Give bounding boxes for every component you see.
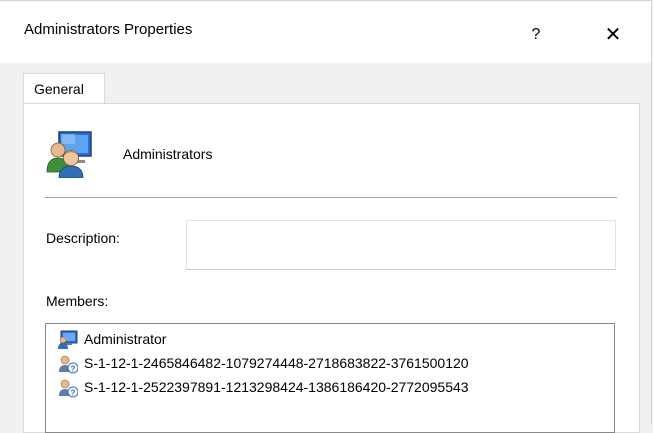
window-title: Administrators Properties bbox=[24, 21, 193, 38]
description-label: Description: bbox=[46, 230, 120, 246]
svg-text:?: ? bbox=[71, 389, 76, 398]
group-name: Administrators bbox=[123, 146, 213, 162]
tab-strip: General bbox=[0, 63, 651, 105]
close-button[interactable]: ✕ bbox=[590, 11, 636, 47]
title-bar[interactable]: Administrators Properties ? ✕ bbox=[0, 1, 651, 46]
user-icon bbox=[58, 330, 78, 349]
unknown-user-icon: ? bbox=[59, 379, 78, 398]
description-field[interactable] bbox=[186, 220, 616, 270]
unknown-user-icon: ? bbox=[59, 355, 78, 374]
member-name: S-1-12-1-2522397891-1213298424-138618642… bbox=[84, 379, 469, 395]
properties-dialog: Administrators Properties ? ✕ General Ad… bbox=[0, 0, 652, 433]
group-users-icon bbox=[46, 131, 92, 178]
help-button[interactable]: ? bbox=[513, 11, 559, 47]
member-name: Administrator bbox=[84, 331, 167, 347]
separator bbox=[45, 197, 617, 198]
members-list[interactable]: Administrator ? S-1-12-1-2465846482-1079… bbox=[45, 323, 615, 433]
members-label: Members: bbox=[46, 293, 109, 309]
svg-text:?: ? bbox=[71, 365, 76, 374]
member-name: S-1-12-1-2465846482-1079274448-271868382… bbox=[84, 355, 469, 371]
tab-general[interactable]: General bbox=[23, 73, 105, 105]
